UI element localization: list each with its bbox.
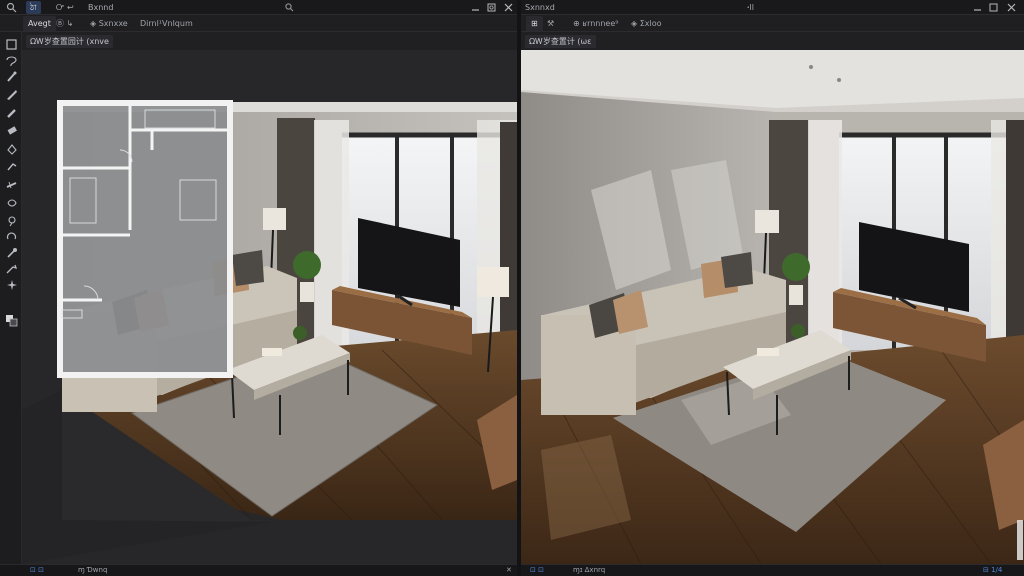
window-title: Bxnnd — [88, 3, 114, 12]
rotate-icon[interactable] — [5, 230, 18, 243]
page-indicator[interactable]: ⊟ 1/4 — [983, 565, 1002, 576]
left-statusbar: ⊡ ⊡ ɱ Ɗwnq ✕ — [0, 564, 517, 576]
right-titlebar: Sxnnxd ꞏll — [521, 0, 1024, 15]
menu-item[interactable]: Ꮕ ↩ — [56, 1, 74, 14]
blur-icon[interactable] — [5, 196, 18, 209]
select-icon[interactable] — [5, 38, 18, 51]
close-icon[interactable] — [1006, 2, 1017, 13]
pencil-icon[interactable] — [5, 106, 18, 119]
dodge-icon[interactable] — [5, 214, 18, 227]
tab-active[interactable]: Avegt — [23, 16, 56, 31]
tab[interactable]: ◈ Sxnxxe — [90, 16, 128, 31]
copy-icon[interactable] — [486, 2, 497, 13]
clone-icon[interactable] — [5, 160, 18, 173]
render-overlay-canvas — [22, 50, 517, 564]
window-title: Sxnnxd — [525, 3, 555, 12]
status-icons[interactable]: ⊡ ⊡ — [30, 565, 44, 576]
left-canvas-viewport[interactable] — [22, 50, 517, 564]
fill-icon[interactable] — [5, 142, 18, 155]
tab[interactable]: ⊕ ʁrnnnee⁹ — [573, 16, 618, 31]
status-icons[interactable]: ⊡ ⊡ — [530, 565, 544, 576]
tab[interactable]: ◈ Σxloo — [631, 16, 662, 31]
right-render-viewport[interactable] — [521, 50, 1024, 564]
right-tabbar: ⊞ ⚒ ⊕ ʁrnnnee⁹ ◈ Σxloo — [521, 15, 1024, 32]
close-icon[interactable]: ✕ — [506, 565, 512, 576]
status-text: ɱɪ Δxnrq — [573, 566, 606, 574]
sparkle-icon[interactable] — [5, 278, 18, 291]
lasso-icon[interactable] — [5, 54, 18, 67]
menu-tab-active[interactable]: ঠা — [26, 1, 41, 14]
search-icon[interactable] — [6, 2, 17, 13]
copy-icon[interactable] — [988, 2, 999, 13]
view-label: ΩᎳ岁查置计 (ωε — [525, 35, 596, 48]
minimize-icon[interactable] — [470, 2, 481, 13]
final-render-canvas — [521, 50, 1024, 564]
grid-tab[interactable]: ⊞ — [526, 16, 543, 31]
left-editor-window: ঠা Ꮕ ↩ Bxnnd Avegt Ⓑ ↳ ◈ Sxnxxe Dirnl¹Vn… — [0, 0, 517, 576]
minimize-icon[interactable] — [972, 2, 983, 13]
floor-plan-overlay — [57, 100, 233, 378]
view-label: ΩᎳ岁查置园计 (xnve — [26, 35, 113, 48]
measure-icon[interactable] — [5, 262, 18, 275]
right-statusbar: ⊡ ⊡ ɱɪ Δxnrq ⊟ 1/4 — [521, 564, 1024, 576]
right-render-window: Sxnnxd ꞏll ⊞ ⚒ ⊕ ʁrnnnee⁹ ◈ Σxloo ΩᎳ岁查置计… — [521, 0, 1024, 576]
picker-icon[interactable] — [5, 246, 18, 259]
heal-icon[interactable] — [5, 178, 18, 191]
tool-palette — [0, 32, 22, 564]
status-text: ɱ Ɗwnq — [78, 566, 108, 574]
scrollbar-thumb[interactable] — [1017, 520, 1023, 560]
tab[interactable]: Dirnl¹Vnlqum — [140, 16, 193, 31]
left-tabbar: Avegt Ⓑ ↳ ◈ Sxnxxe Dirnl¹Vnlqum — [0, 15, 517, 32]
left-titlebar: ঠা Ꮕ ↩ Bxnnd — [0, 0, 517, 15]
pen-icon[interactable] — [5, 88, 18, 101]
title-center: ꞏll — [747, 3, 754, 12]
search-icon[interactable] — [284, 2, 295, 13]
eraser-icon[interactable] — [5, 124, 18, 137]
color-swatch-icon[interactable] — [5, 314, 18, 327]
tab[interactable]: ⚒ — [547, 16, 554, 31]
close-icon[interactable] — [503, 2, 514, 13]
brush-icon[interactable] — [5, 70, 18, 83]
tab[interactable]: Ⓑ ↳ — [56, 16, 73, 31]
